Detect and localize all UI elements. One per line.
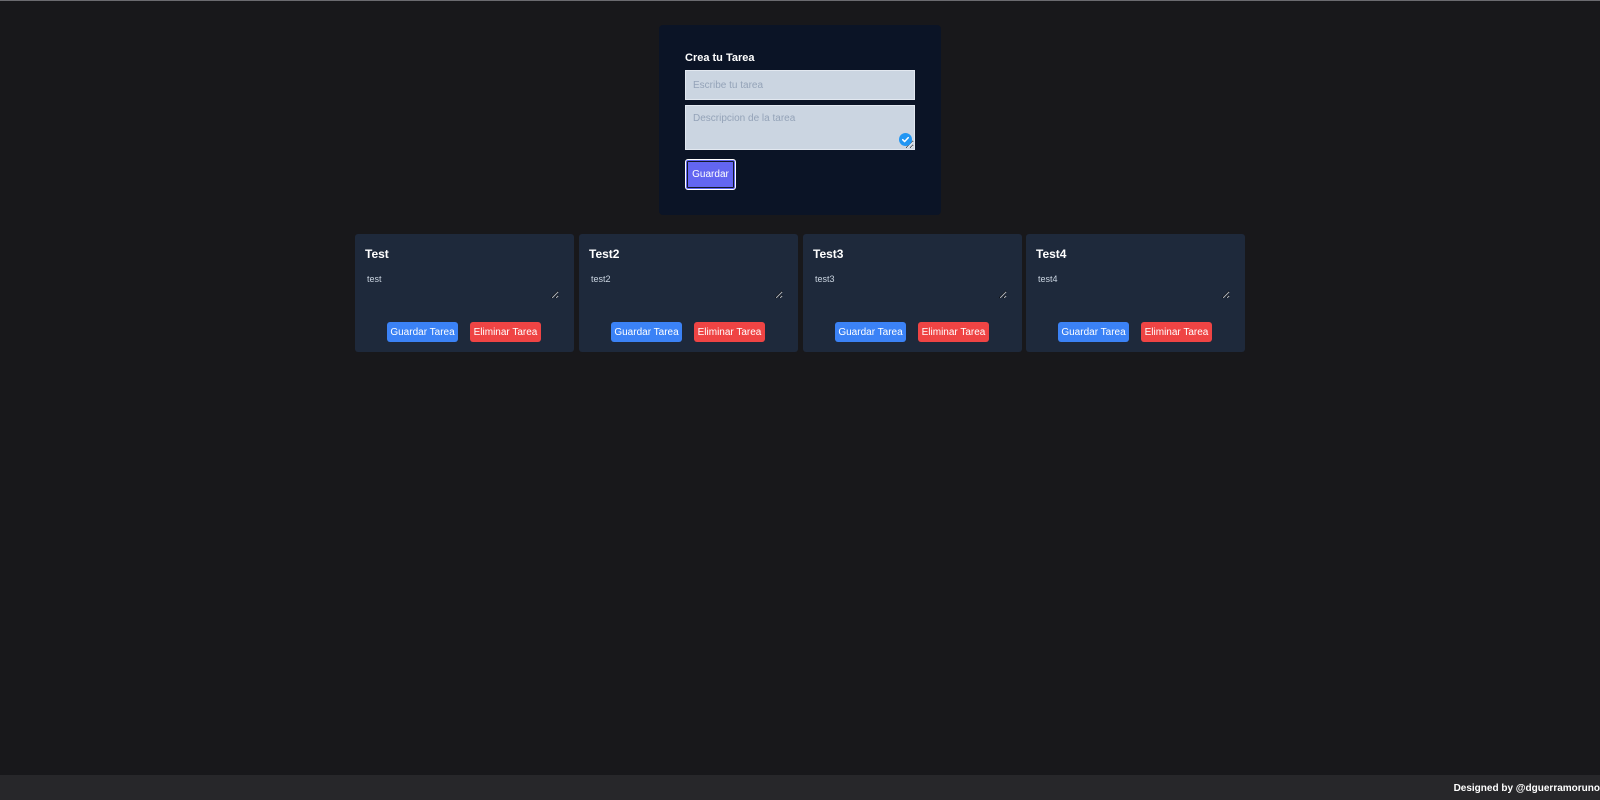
form-title: Crea tu Tarea [685,52,755,64]
save-task-button[interactable]: Guardar Tarea [835,322,906,342]
footer: Designed by @dguerramoruno [0,775,1600,800]
task-title-input[interactable] [685,70,915,100]
task-list: Test Guardar Tarea Eliminar Tarea Test2 … [355,234,1245,352]
task-card: Test3 Guardar Tarea Eliminar Tarea [803,234,1022,352]
check-circle-icon [899,133,912,146]
delete-task-button[interactable]: Eliminar Tarea [694,322,765,342]
create-task-form: Crea tu Tarea Guardar [659,25,941,215]
task-title: Test [365,247,389,261]
top-border [0,0,1600,1]
task-title: Test4 [1036,247,1067,261]
delete-task-button[interactable]: Eliminar Tarea [1141,322,1212,342]
task-description[interactable] [365,272,559,299]
task-card: Test4 Guardar Tarea Eliminar Tarea [1026,234,1245,352]
save-task-button[interactable]: Guardar Tarea [387,322,458,342]
task-card: Test2 Guardar Tarea Eliminar Tarea [579,234,798,352]
task-card: Test Guardar Tarea Eliminar Tarea [355,234,574,352]
save-task-button[interactable]: Guardar Tarea [611,322,682,342]
task-title: Test3 [813,247,844,261]
save-task-button[interactable]: Guardar Tarea [1058,322,1129,342]
save-button[interactable]: Guardar [685,159,736,190]
task-title: Test2 [589,247,620,261]
task-description[interactable] [589,272,783,299]
task-description-input[interactable] [685,105,915,150]
designer-credit: Designed by @dguerramoruno [1453,783,1600,794]
delete-task-button[interactable]: Eliminar Tarea [470,322,541,342]
task-description[interactable] [1036,272,1230,299]
task-description[interactable] [813,272,1007,299]
delete-task-button[interactable]: Eliminar Tarea [918,322,989,342]
